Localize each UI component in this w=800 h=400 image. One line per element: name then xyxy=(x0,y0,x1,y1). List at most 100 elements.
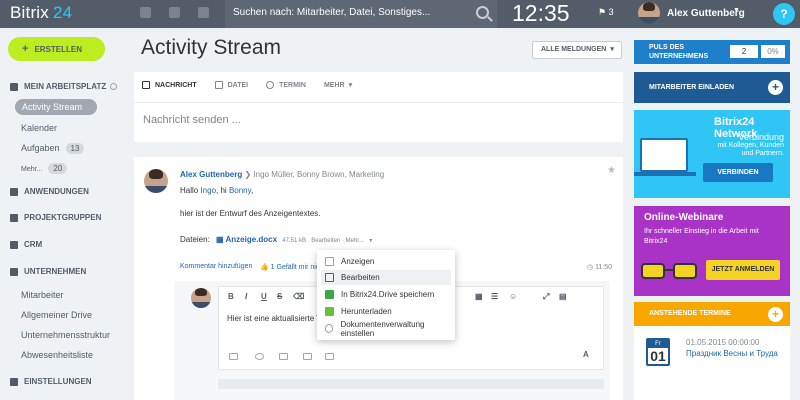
connect-button[interactable]: VERBINDEN xyxy=(703,163,773,182)
file-link[interactable]: ▦ Anzeige.docx xyxy=(216,235,277,244)
event-title[interactable]: Праздник Весны и Труда xyxy=(686,349,778,358)
tab-label: DATEI xyxy=(227,81,249,89)
sidebar-section-anwendungen[interactable]: ANWENDUNGEN xyxy=(10,187,89,196)
sidebar-item-unternehmensstruktur[interactable]: Unternehmensstruktur xyxy=(21,330,110,340)
tab-label: MEHR xyxy=(323,81,345,89)
menu-item-anzeigen[interactable]: Anzeigen xyxy=(321,254,451,269)
tab-datei[interactable]: DATEI xyxy=(214,81,249,89)
thumbs-up-icon: 👍 xyxy=(260,264,269,271)
author-link[interactable]: Alex Guttenberg xyxy=(180,170,242,179)
clock[interactable]: 12:35 xyxy=(512,0,570,27)
table-icon[interactable]: ▦ xyxy=(475,292,483,301)
editor-footer xyxy=(218,379,604,389)
author-avatar[interactable] xyxy=(144,169,168,193)
sidebar-section-crm[interactable]: CRM xyxy=(10,240,42,249)
sidebar-item-mehr[interactable]: Mehr... 20 xyxy=(21,163,68,174)
network-banner[interactable]: Bitrix24 Network Verbindung mit Kollegen,… xyxy=(634,110,790,198)
network-big: Verbindung xyxy=(738,132,784,142)
network-sub: mit Kollegen, Kunden und Partnern. xyxy=(717,142,784,157)
create-button[interactable]: + ERSTELLEN xyxy=(8,37,105,61)
fullscreen-icon[interactable]: ⤢ xyxy=(543,292,549,302)
add-comment-link[interactable]: Kommentar hinzufügen xyxy=(180,263,252,270)
sync-icon[interactable] xyxy=(198,7,209,18)
sidebar-section-unternehmen[interactable]: UNTERNEHMEN xyxy=(10,267,86,276)
sidebar-section-mein-arbeitsplatz[interactable]: MEIN ARBEITSPLATZ xyxy=(10,82,106,91)
search-input[interactable]: Suchen nach: Mitarbeiter, Datei, Sonstig… xyxy=(233,7,430,18)
underline-button[interactable]: U xyxy=(261,292,267,301)
search-icon[interactable] xyxy=(476,6,489,19)
tab-mehr[interactable]: MEHR ▾ xyxy=(323,81,352,90)
pulse-widget[interactable]: PULS DES UNTERNEHMENS 2 0% xyxy=(634,40,790,64)
video-icon[interactable] xyxy=(229,353,238,360)
tab-termin[interactable]: TERMIN xyxy=(266,81,306,89)
webinar-banner[interactable]: Online-Webinare Ihr schneller Einstieg i… xyxy=(634,206,790,296)
flag-count: 3 xyxy=(608,7,614,17)
sidebar-item-abwesenheitsliste[interactable]: Abwesenheitsliste xyxy=(21,350,93,360)
sidebar-section-projektgruppen[interactable]: PROJEKTGRUPPEN xyxy=(10,213,101,222)
sidebar-section-einstellungen[interactable]: EINSTELLUNGEN xyxy=(10,377,92,386)
events-header[interactable]: ANSTEHENDE TERMINE + xyxy=(634,302,790,326)
aufgaben-label: Aufgaben xyxy=(21,143,60,153)
chevron-down-icon[interactable]: ▾ xyxy=(369,238,372,244)
comment-text[interactable]: Hier ist eine aktualisierte Ve xyxy=(227,314,326,323)
invite-widget[interactable]: MITARBEITER EINLADEN + xyxy=(634,72,790,103)
notification-icon[interactable] xyxy=(169,7,180,18)
message-input[interactable]: Nachricht senden ... xyxy=(143,114,241,126)
star-icon[interactable]: ★ xyxy=(607,165,616,176)
gear-icon[interactable] xyxy=(110,83,117,90)
file-menu: Anzeigen Bearbeiten In Bitrix24.Drive sp… xyxy=(317,250,455,340)
chevron-down-icon[interactable]: ▼ xyxy=(733,7,740,14)
apps-icon xyxy=(10,187,18,196)
laptop-icon xyxy=(640,138,688,172)
menu-label: In Bitrix24.Drive speichern xyxy=(341,290,435,299)
flag-counter[interactable]: ⚑ 3 xyxy=(598,7,614,18)
pulse-value: 2 xyxy=(730,45,758,58)
register-button[interactable]: JETZT ANMELDEN xyxy=(706,260,780,280)
emoji-icon[interactable]: ☺ xyxy=(509,292,517,301)
menu-item-herunterladen[interactable]: Herunterladen xyxy=(321,304,451,319)
tag-icon[interactable] xyxy=(325,353,334,360)
mention-bonny[interactable]: Bonny xyxy=(229,186,251,195)
italic-button[interactable]: I xyxy=(245,292,247,301)
menu-item-drive-speichern[interactable]: In Bitrix24.Drive speichern xyxy=(321,287,451,302)
sidebar-item-mitarbeiter[interactable]: Mitarbeiter xyxy=(21,290,64,300)
like-link[interactable]: 👍 1 Gefällt mir nic xyxy=(260,263,319,271)
help-button[interactable]: ? xyxy=(773,3,795,25)
sidebar-item-kalender[interactable]: Kalender xyxy=(21,123,57,133)
mention-ingo[interactable]: Ingo xyxy=(200,186,216,195)
logo[interactable]: Bitrix 24 xyxy=(10,3,72,23)
eraser-icon[interactable]: ⌫ xyxy=(293,292,304,301)
bbcode-icon[interactable]: ▤ xyxy=(559,292,567,301)
paragraph-icon[interactable]: ☰ xyxy=(491,292,498,301)
filter-dropdown[interactable]: ALLE MELDUNGEN ▾ xyxy=(532,41,622,59)
flag-icon xyxy=(10,240,18,249)
tab-nachricht[interactable]: NACHRICHT xyxy=(142,81,197,89)
post-files: Dateien: ▦ Anzeige.docx 47.51 kB Bearbei… xyxy=(180,235,372,244)
quote-icon[interactable] xyxy=(303,353,312,360)
camera-icon[interactable] xyxy=(279,353,288,360)
user-avatar[interactable] xyxy=(638,2,660,24)
chat-icon[interactable] xyxy=(140,7,151,18)
event-item[interactable]: Fr 01 01.05.2015 00:00:00 Праздник Весны… xyxy=(634,326,790,400)
file-actions[interactable]: Bearbeiten · Mehr... xyxy=(311,238,364,244)
divider xyxy=(134,102,623,103)
recipients[interactable]: Ingo Müller, Bonny Brown, Marketing xyxy=(253,170,384,179)
composer: NACHRICHT DATEI TERMIN MEHR ▾ Nachricht s… xyxy=(134,72,623,142)
link-icon[interactable] xyxy=(255,353,264,360)
post-time: ◷ 11:50 xyxy=(587,263,612,271)
section-label: EINSTELLUNGEN xyxy=(24,377,92,386)
add-event-button[interactable]: + xyxy=(768,307,783,322)
sidebar-item-activity-stream[interactable]: Activity Stream xyxy=(15,99,97,115)
menu-item-dokumentenverwaltung[interactable]: Dokumentenverwaltung einstellen xyxy=(321,320,451,338)
add-user-button[interactable]: + xyxy=(768,80,783,95)
bold-button[interactable]: B xyxy=(228,292,234,301)
strike-button[interactable]: S xyxy=(277,292,282,301)
file-size: 47.51 kB xyxy=(282,238,307,244)
search-bar[interactable]: Suchen nach: Mitarbeiter, Datei, Sonstig… xyxy=(225,0,497,28)
sidebar-item-aufgaben[interactable]: Aufgaben 13 xyxy=(21,143,85,154)
menu-item-bearbeiten[interactable]: Bearbeiten xyxy=(321,270,451,285)
network-subtitle: Verbindung mit Kollegen, Kunden und Partn… xyxy=(714,133,784,158)
sidebar-item-allgemeiner-drive[interactable]: Allgemeiner Drive xyxy=(21,310,92,320)
commenter-avatar xyxy=(191,288,211,308)
font-icon[interactable]: A xyxy=(583,350,589,359)
